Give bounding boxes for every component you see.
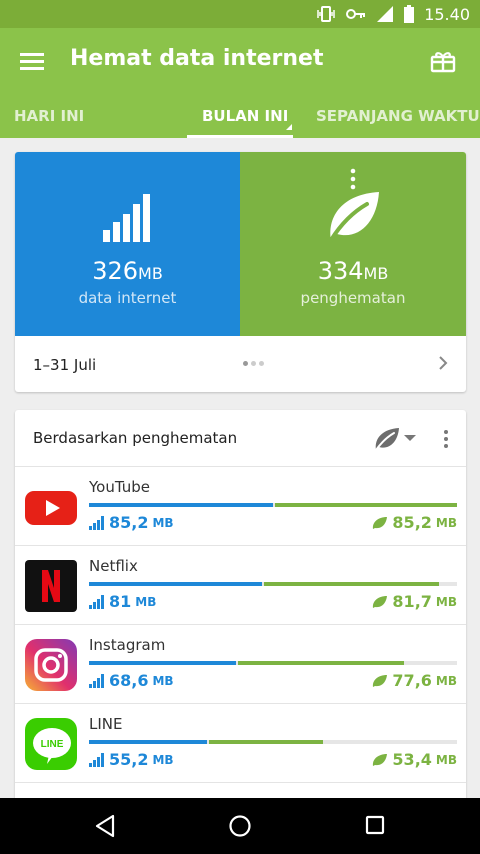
- signal-bars-icon: [89, 752, 104, 767]
- usage-amount: 85,2 MB: [89, 513, 174, 532]
- key-icon: [346, 8, 366, 20]
- signal-bars-icon: [89, 515, 104, 530]
- youtube-icon: [25, 481, 77, 533]
- saving-tile[interactable]: 334MB penghematan: [240, 152, 466, 336]
- usage-bar: [89, 661, 457, 665]
- page-dot: [259, 361, 264, 366]
- recent-apps-icon[interactable]: [365, 815, 385, 835]
- usage-bar-fill: [89, 740, 207, 744]
- saving-amount: 77,6 MB: [372, 671, 457, 690]
- app-row-youtube[interactable]: YouTube 85,2 MB 85,2 MB: [15, 467, 466, 546]
- summary-card: 326MB data internet 334MB penghematan 1–…: [15, 152, 466, 392]
- battery-icon: [404, 5, 415, 23]
- list-title: Berdasarkan penghematan: [33, 429, 238, 447]
- list-header: Berdasarkan penghematan: [15, 410, 466, 467]
- usage-bar-fill: [89, 661, 237, 665]
- page-dot: [251, 361, 256, 366]
- leaf-icon: [373, 516, 388, 529]
- data-usage-value: 326MB: [92, 257, 163, 285]
- leaf-icon: [373, 595, 388, 608]
- usage-bar: [89, 503, 457, 507]
- more-vert-icon[interactable]: [349, 168, 357, 190]
- navigation-bar: [0, 798, 480, 854]
- app-name: Instagram: [89, 636, 166, 654]
- leaf-icon: [373, 753, 388, 766]
- vibrate-icon: [316, 6, 336, 22]
- saving-bar-fill: [274, 503, 457, 507]
- usage-bar: [89, 740, 457, 744]
- status-bar: 15.40: [0, 0, 480, 28]
- signal-bars-icon: [89, 594, 104, 609]
- back-icon[interactable]: [94, 814, 116, 838]
- usage-bar-fill: [89, 503, 273, 507]
- date-range[interactable]: 1–31 Juli: [33, 356, 96, 374]
- leaf-icon[interactable]: [373, 426, 401, 452]
- saving-amount: 81,7 MB: [372, 592, 457, 611]
- chevron-right-icon[interactable]: [438, 355, 448, 371]
- home-icon[interactable]: [228, 814, 252, 838]
- signal-bars-icon: [102, 194, 150, 242]
- usage-amount: 81 MB: [89, 592, 156, 611]
- usage-amount: 68,6 MB: [89, 671, 174, 690]
- app-name: YouTube: [89, 478, 150, 496]
- app-name: LINE: [89, 715, 123, 733]
- sort-dropdown-icon[interactable]: [404, 435, 416, 441]
- menu-icon[interactable]: [20, 51, 44, 71]
- saving-bar-fill: [263, 582, 439, 586]
- tab-this-month[interactable]: BULAN INI: [202, 94, 288, 138]
- app-row-line[interactable]: LINE LINE 55,2 MB 53,4 MB: [15, 704, 466, 783]
- leaf-icon: [329, 192, 379, 242]
- app-name: Netflix: [89, 557, 138, 575]
- instagram-icon: [25, 639, 77, 691]
- usage-bar-fill: [89, 582, 262, 586]
- tab-all-time[interactable]: SEPANJANG WAKTU: [316, 94, 480, 138]
- tab-today[interactable]: HARI INI: [14, 94, 84, 138]
- leaf-icon: [373, 674, 388, 687]
- gift-icon[interactable]: [430, 48, 456, 74]
- tab-bar: HARI INI BULAN INI SEPANJANG WAKTU: [0, 94, 480, 138]
- status-time: 15.40: [424, 4, 470, 24]
- usage-bar: [89, 582, 457, 586]
- saving-amount: 85,2 MB: [372, 513, 457, 532]
- app-row-netflix[interactable]: Netflix 81 MB 81,7 MB: [15, 546, 466, 625]
- saving-bar-fill: [208, 740, 323, 744]
- page-dot: [243, 361, 248, 366]
- netflix-icon: [25, 560, 77, 612]
- data-usage-tile[interactable]: 326MB data internet: [15, 152, 240, 336]
- line-icon: LINE: [25, 718, 77, 770]
- app-list-card: Berdasarkan penghematan YouTube 85,2 MB 8…: [15, 410, 466, 810]
- usage-amount: 55,2 MB: [89, 750, 174, 769]
- page-title: Hemat data internet: [70, 46, 324, 71]
- saving-bar-fill: [238, 661, 404, 665]
- app-bar: Hemat data internet: [0, 28, 480, 94]
- saving-label: penghematan: [300, 289, 406, 307]
- tab-indicator: [187, 135, 293, 138]
- more-vert-icon[interactable]: [443, 429, 449, 449]
- app-row-instagram[interactable]: Instagram 68,6 MB 77,6 MB: [15, 625, 466, 704]
- page-indicator: [243, 361, 264, 366]
- signal-icon: [376, 5, 394, 23]
- data-usage-label: data internet: [78, 289, 177, 307]
- tab-dropdown-indicator-icon: [286, 124, 292, 130]
- saving-value: 334MB: [317, 257, 389, 285]
- signal-bars-icon: [89, 673, 104, 688]
- svg-text:LINE: LINE: [41, 739, 64, 750]
- saving-amount: 53,4 MB: [372, 750, 457, 769]
